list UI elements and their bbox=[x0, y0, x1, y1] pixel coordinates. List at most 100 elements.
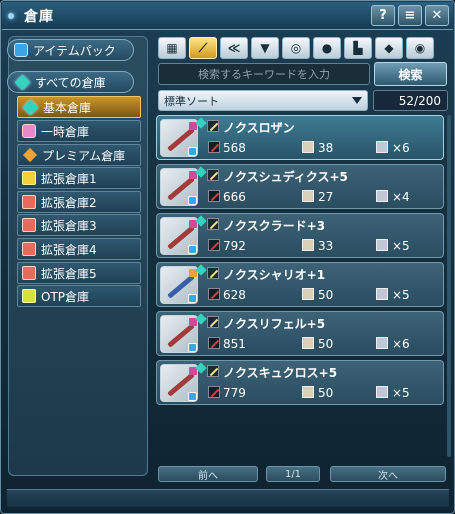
list-item[interactable]: ノクスクラード+3 792 33 ×5 bbox=[156, 213, 444, 258]
list-item[interactable]: ノクスリフェル+5 851 50 ×6 bbox=[156, 311, 444, 356]
teal-diamond-icon bbox=[22, 99, 39, 115]
menu-button[interactable]: ≡ bbox=[398, 5, 422, 26]
shirt-icon[interactable]: ▼ bbox=[251, 37, 279, 59]
window-title: 倉庫 bbox=[24, 8, 54, 25]
stack-icon bbox=[376, 190, 388, 202]
item-attack: 666 bbox=[223, 190, 246, 204]
weapon-type-icon bbox=[207, 316, 219, 328]
item-thumbnail bbox=[160, 364, 198, 402]
ring-icon[interactable]: ◎ bbox=[282, 37, 310, 59]
list-item[interactable]: ノクスシュディクス+5 666 27 ×4 bbox=[156, 164, 444, 209]
sidebar-item-ext4[interactable]: 拡張倉庫4 bbox=[17, 238, 141, 260]
stack-icon bbox=[376, 337, 388, 349]
item-attack: 792 bbox=[223, 239, 246, 253]
lock-blue-icon bbox=[188, 147, 197, 156]
sidebar-item-label: 一時倉庫 bbox=[41, 124, 90, 139]
sidebar-item-label: アイテムパック bbox=[33, 43, 116, 58]
sidebar-item-temp[interactable]: 一時倉庫 bbox=[17, 120, 141, 142]
item-thumbnail bbox=[160, 217, 198, 255]
grid-icon[interactable]: ▦ bbox=[158, 37, 186, 59]
list-item[interactable]: ノクスロザン 568 38 ×6 bbox=[156, 115, 444, 160]
bottom-bar bbox=[7, 489, 449, 507]
stack-icon bbox=[376, 386, 388, 398]
prev-page-button[interactable]: 前へ bbox=[158, 466, 258, 482]
search-button[interactable]: 検索 bbox=[374, 62, 447, 86]
slot-icon bbox=[302, 190, 314, 202]
attack-icon bbox=[208, 288, 220, 300]
diamond-icon[interactable]: ◆ bbox=[375, 37, 403, 59]
attack-icon bbox=[208, 386, 220, 398]
item-pack-icon bbox=[14, 43, 28, 57]
item-thumbnail bbox=[160, 266, 198, 304]
sidebar-item-label: プレミアム倉庫 bbox=[42, 148, 126, 163]
item-stack: ×5 bbox=[392, 288, 410, 302]
sidebar-item-otp[interactable]: OTP倉庫 bbox=[17, 285, 141, 307]
chair-icon[interactable]: ▙ bbox=[344, 37, 372, 59]
sidebar-item-ext2[interactable]: 拡張倉庫2 bbox=[17, 191, 141, 213]
weapon-type-icon bbox=[207, 365, 219, 377]
sidebar-item-pack[interactable]: アイテムパック bbox=[7, 39, 134, 61]
close-button[interactable]: ✕ bbox=[425, 5, 449, 26]
slot-icon bbox=[302, 337, 314, 349]
sidebar-item-label: 拡張倉庫3 bbox=[41, 218, 97, 233]
item-thumbnail bbox=[160, 315, 198, 353]
list-scrollbar[interactable] bbox=[447, 115, 451, 457]
weapon-type-icon bbox=[207, 218, 219, 230]
help-button[interactable]: ? bbox=[371, 5, 395, 26]
item-name: ノクスシュディクス+5 bbox=[223, 170, 348, 184]
item-name: ノクスリフェル+5 bbox=[223, 317, 326, 331]
item-attack: 628 bbox=[223, 288, 246, 302]
title-buttons: ? ≡ ✕ bbox=[371, 5, 449, 26]
sidebar-item-ext5[interactable]: 拡張倉庫5 bbox=[17, 262, 141, 284]
item-slots: 33 bbox=[318, 239, 334, 253]
disc-icon[interactable]: ● bbox=[313, 37, 341, 59]
attack-icon bbox=[208, 190, 220, 202]
sword-icon[interactable]: ⟋ bbox=[189, 37, 217, 59]
sidebar-item-label: 拡張倉庫2 bbox=[41, 195, 97, 210]
stack-icon bbox=[376, 141, 388, 153]
bag-icon[interactable]: ◉ bbox=[406, 37, 434, 59]
sidebar-item-label: OTP倉庫 bbox=[41, 289, 90, 304]
sidebar-item-ext3[interactable]: 拡張倉庫3 bbox=[17, 214, 141, 236]
sidebar-item-label: 基本倉庫 bbox=[43, 100, 92, 115]
slot-icon bbox=[302, 239, 314, 251]
weapon-type-icon bbox=[207, 120, 219, 132]
attack-icon bbox=[208, 239, 220, 251]
item-stack: ×4 bbox=[392, 190, 410, 204]
attack-icon bbox=[208, 337, 220, 349]
sidebar-item-label: 拡張倉庫4 bbox=[41, 242, 97, 257]
item-attack: 568 bbox=[223, 141, 246, 155]
category-tabs: ▦ ⟋ ≪ ▼ ◎ ● ▙ ◆ ◉ bbox=[158, 37, 434, 59]
yellow-box-icon bbox=[22, 171, 36, 185]
item-slots: 50 bbox=[318, 337, 334, 351]
next-page-button[interactable]: 次へ bbox=[330, 466, 446, 482]
sidebar-group-all[interactable]: すべての倉庫 bbox=[7, 71, 134, 93]
slot-icon bbox=[302, 141, 314, 153]
item-name: ノクスシャリオ+1 bbox=[223, 268, 326, 282]
orange-diamond-icon bbox=[22, 147, 38, 163]
item-slots: 27 bbox=[318, 190, 334, 204]
list-item[interactable]: ノクスシャリオ+1 628 50 ×5 bbox=[156, 262, 444, 307]
lock-blue-icon bbox=[188, 392, 197, 401]
item-stack: ×6 bbox=[392, 141, 410, 155]
list-item[interactable]: ノクスキュクロス+5 779 50 ×5 bbox=[156, 360, 444, 405]
lock-blue-icon bbox=[188, 294, 197, 303]
sidebar-group-label: すべての倉庫 bbox=[35, 75, 106, 90]
sidebar-item-basic[interactable]: 基本倉庫 bbox=[17, 96, 141, 118]
chevron-down-icon bbox=[352, 97, 362, 104]
item-slots: 38 bbox=[318, 141, 334, 155]
search-input[interactable]: 検索するキーワードを入力 bbox=[158, 63, 370, 85]
twin-blade-icon[interactable]: ≪ bbox=[220, 37, 248, 59]
item-name: ノクスクラード+3 bbox=[223, 219, 326, 233]
storage-count: 52/200 bbox=[373, 90, 448, 111]
attack-icon bbox=[208, 141, 220, 153]
sidebar-item-ext1[interactable]: 拡張倉庫1 bbox=[17, 167, 141, 189]
title-dot-icon bbox=[8, 12, 14, 19]
teal-diamond-icon bbox=[14, 74, 31, 90]
slot-icon bbox=[302, 386, 314, 398]
red-box-icon bbox=[22, 242, 36, 256]
sort-dropdown[interactable]: 標準ソート bbox=[158, 90, 368, 111]
item-stack: ×6 bbox=[392, 337, 410, 351]
pager: 前へ 1/1 次へ bbox=[158, 466, 448, 482]
sidebar-item-premium[interactable]: プレミアム倉庫 bbox=[17, 144, 141, 166]
